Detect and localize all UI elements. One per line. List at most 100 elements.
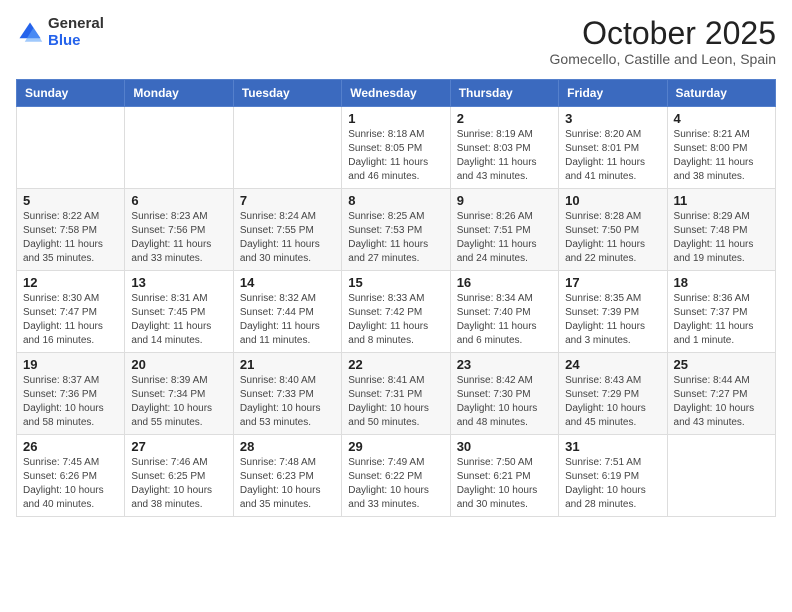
- day-number: 16: [457, 275, 552, 290]
- day-number: 5: [23, 193, 118, 208]
- calendar-cell: 22 Sunrise: 8:41 AM Sunset: 7:31 PM Dayli…: [342, 353, 450, 435]
- day-number: 8: [348, 193, 443, 208]
- day-number: 6: [131, 193, 226, 208]
- day-info: Sunrise: 8:39 AM Sunset: 7:34 PM Dayligh…: [131, 374, 226, 430]
- day-info: Sunrise: 8:35 AM Sunset: 7:39 PM Dayligh…: [565, 292, 660, 348]
- week-row-3: 12 Sunrise: 8:30 AM Sunset: 7:47 PM Dayli…: [17, 271, 776, 353]
- day-number: 14: [240, 275, 335, 290]
- day-number: 10: [565, 193, 660, 208]
- calendar-cell: 3 Sunrise: 8:20 AM Sunset: 8:01 PM Daylig…: [559, 107, 667, 189]
- day-info: Sunrise: 7:48 AM Sunset: 6:23 PM Dayligh…: [240, 456, 335, 512]
- logo-blue: Blue: [48, 33, 104, 50]
- calendar-cell: 2 Sunrise: 8:19 AM Sunset: 8:03 PM Daylig…: [450, 107, 558, 189]
- day-info: Sunrise: 8:23 AM Sunset: 7:56 PM Dayligh…: [131, 210, 226, 266]
- logo-general: General: [48, 16, 104, 33]
- day-info: Sunrise: 8:40 AM Sunset: 7:33 PM Dayligh…: [240, 374, 335, 430]
- day-info: Sunrise: 8:25 AM Sunset: 7:53 PM Dayligh…: [348, 210, 443, 266]
- week-row-4: 19 Sunrise: 8:37 AM Sunset: 7:36 PM Dayli…: [17, 353, 776, 435]
- day-number: 19: [23, 357, 118, 372]
- day-info: Sunrise: 8:37 AM Sunset: 7:36 PM Dayligh…: [23, 374, 118, 430]
- day-info: Sunrise: 8:32 AM Sunset: 7:44 PM Dayligh…: [240, 292, 335, 348]
- day-number: 3: [565, 111, 660, 126]
- calendar-cell: 7Sunrise: 8:24 AM Sunset: 7:55 PM Daylig…: [233, 189, 341, 271]
- calendar-cell: 9Sunrise: 8:26 AM Sunset: 7:51 PM Daylig…: [450, 189, 558, 271]
- day-info: Sunrise: 7:46 AM Sunset: 6:25 PM Dayligh…: [131, 456, 226, 512]
- calendar-cell: 23 Sunrise: 8:42 AM Sunset: 7:30 PM Dayli…: [450, 353, 558, 435]
- day-number: 31: [565, 439, 660, 454]
- main-title: October 2025: [550, 16, 776, 51]
- calendar-cell: 18 Sunrise: 8:36 AM Sunset: 7:37 PM Dayli…: [667, 271, 775, 353]
- day-info: Sunrise: 7:49 AM Sunset: 6:22 PM Dayligh…: [348, 456, 443, 512]
- day-info: Sunrise: 8:21 AM Sunset: 8:00 PM Dayligh…: [674, 128, 769, 184]
- day-info: Sunrise: 7:45 AM Sunset: 6:26 PM Dayligh…: [23, 456, 118, 512]
- calendar-cell: 5 Sunrise: 8:22 AM Sunset: 7:58 PM Daylig…: [17, 189, 125, 271]
- calendar-cell: 25 Sunrise: 8:44 AM Sunset: 7:27 PM Dayli…: [667, 353, 775, 435]
- day-info: Sunrise: 8:19 AM Sunset: 8:03 PM Dayligh…: [457, 128, 552, 184]
- day-number: 17: [565, 275, 660, 290]
- weekday-header-sunday: Sunday: [17, 80, 125, 107]
- weekday-header-row: SundayMondayTuesdayWednesdayThursdayFrid…: [17, 80, 776, 107]
- day-number: 29: [348, 439, 443, 454]
- day-number: 30: [457, 439, 552, 454]
- day-number: 28: [240, 439, 335, 454]
- calendar-header: SundayMondayTuesdayWednesdayThursdayFrid…: [17, 80, 776, 107]
- calendar-cell: 4Sunrise: 8:21 AM Sunset: 8:00 PM Daylig…: [667, 107, 775, 189]
- day-number: 13: [131, 275, 226, 290]
- calendar-table: SundayMondayTuesdayWednesdayThursdayFrid…: [16, 79, 776, 517]
- day-number: 26: [23, 439, 118, 454]
- calendar-cell: 11Sunrise: 8:29 AM Sunset: 7:48 PM Dayli…: [667, 189, 775, 271]
- calendar-cell: 6 Sunrise: 8:23 AM Sunset: 7:56 PM Daylig…: [125, 189, 233, 271]
- page-header: General Blue October 2025 Gomecello, Cas…: [16, 16, 776, 67]
- day-number: 25: [674, 357, 769, 372]
- day-info: Sunrise: 8:36 AM Sunset: 7:37 PM Dayligh…: [674, 292, 769, 348]
- day-number: 22: [348, 357, 443, 372]
- day-info: Sunrise: 8:24 AM Sunset: 7:55 PM Dayligh…: [240, 210, 335, 266]
- day-info: Sunrise: 8:22 AM Sunset: 7:58 PM Dayligh…: [23, 210, 118, 266]
- day-info: Sunrise: 8:42 AM Sunset: 7:30 PM Dayligh…: [457, 374, 552, 430]
- calendar-cell: 17 Sunrise: 8:35 AM Sunset: 7:39 PM Dayli…: [559, 271, 667, 353]
- day-number: 12: [23, 275, 118, 290]
- calendar-cell: [233, 107, 341, 189]
- week-row-2: 5 Sunrise: 8:22 AM Sunset: 7:58 PM Daylig…: [17, 189, 776, 271]
- calendar-cell: 1 Sunrise: 8:18 AM Sunset: 8:05 PM Daylig…: [342, 107, 450, 189]
- calendar-cell: 27 Sunrise: 7:46 AM Sunset: 6:25 PM Dayli…: [125, 435, 233, 517]
- calendar-cell: 8 Sunrise: 8:25 AM Sunset: 7:53 PM Daylig…: [342, 189, 450, 271]
- day-number: 20: [131, 357, 226, 372]
- day-number: 9: [457, 193, 552, 208]
- day-info: Sunrise: 8:43 AM Sunset: 7:29 PM Dayligh…: [565, 374, 660, 430]
- day-info: Sunrise: 8:18 AM Sunset: 8:05 PM Dayligh…: [348, 128, 443, 184]
- week-row-1: 1 Sunrise: 8:18 AM Sunset: 8:05 PM Daylig…: [17, 107, 776, 189]
- day-number: 27: [131, 439, 226, 454]
- day-number: 21: [240, 357, 335, 372]
- day-info: Sunrise: 8:29 AM Sunset: 7:48 PM Dayligh…: [674, 210, 769, 266]
- week-row-5: 26 Sunrise: 7:45 AM Sunset: 6:26 PM Dayli…: [17, 435, 776, 517]
- day-number: 1: [348, 111, 443, 126]
- day-info: Sunrise: 7:50 AM Sunset: 6:21 PM Dayligh…: [457, 456, 552, 512]
- day-info: Sunrise: 8:28 AM Sunset: 7:50 PM Dayligh…: [565, 210, 660, 266]
- day-info: Sunrise: 8:33 AM Sunset: 7:42 PM Dayligh…: [348, 292, 443, 348]
- weekday-header-thursday: Thursday: [450, 80, 558, 107]
- day-number: 23: [457, 357, 552, 372]
- day-info: Sunrise: 8:34 AM Sunset: 7:40 PM Dayligh…: [457, 292, 552, 348]
- weekday-header-monday: Monday: [125, 80, 233, 107]
- day-info: Sunrise: 7:51 AM Sunset: 6:19 PM Dayligh…: [565, 456, 660, 512]
- day-info: Sunrise: 8:20 AM Sunset: 8:01 PM Dayligh…: [565, 128, 660, 184]
- calendar-cell: 14 Sunrise: 8:32 AM Sunset: 7:44 PM Dayli…: [233, 271, 341, 353]
- calendar-cell: 28 Sunrise: 7:48 AM Sunset: 6:23 PM Dayli…: [233, 435, 341, 517]
- calendar-cell: [17, 107, 125, 189]
- calendar-cell: 20 Sunrise: 8:39 AM Sunset: 7:34 PM Dayli…: [125, 353, 233, 435]
- day-number: 18: [674, 275, 769, 290]
- calendar-cell: 15Sunrise: 8:33 AM Sunset: 7:42 PM Dayli…: [342, 271, 450, 353]
- logo-icon: [16, 19, 44, 47]
- day-info: Sunrise: 8:44 AM Sunset: 7:27 PM Dayligh…: [674, 374, 769, 430]
- logo: General Blue: [16, 16, 104, 49]
- day-number: 2: [457, 111, 552, 126]
- calendar-cell: 13Sunrise: 8:31 AM Sunset: 7:45 PM Dayli…: [125, 271, 233, 353]
- calendar-cell: 16 Sunrise: 8:34 AM Sunset: 7:40 PM Dayli…: [450, 271, 558, 353]
- day-number: 24: [565, 357, 660, 372]
- day-info: Sunrise: 8:41 AM Sunset: 7:31 PM Dayligh…: [348, 374, 443, 430]
- weekday-header-friday: Friday: [559, 80, 667, 107]
- day-info: Sunrise: 8:30 AM Sunset: 7:47 PM Dayligh…: [23, 292, 118, 348]
- calendar-cell: 30 Sunrise: 7:50 AM Sunset: 6:21 PM Dayli…: [450, 435, 558, 517]
- title-section: October 2025 Gomecello, Castille and Leo…: [550, 16, 776, 67]
